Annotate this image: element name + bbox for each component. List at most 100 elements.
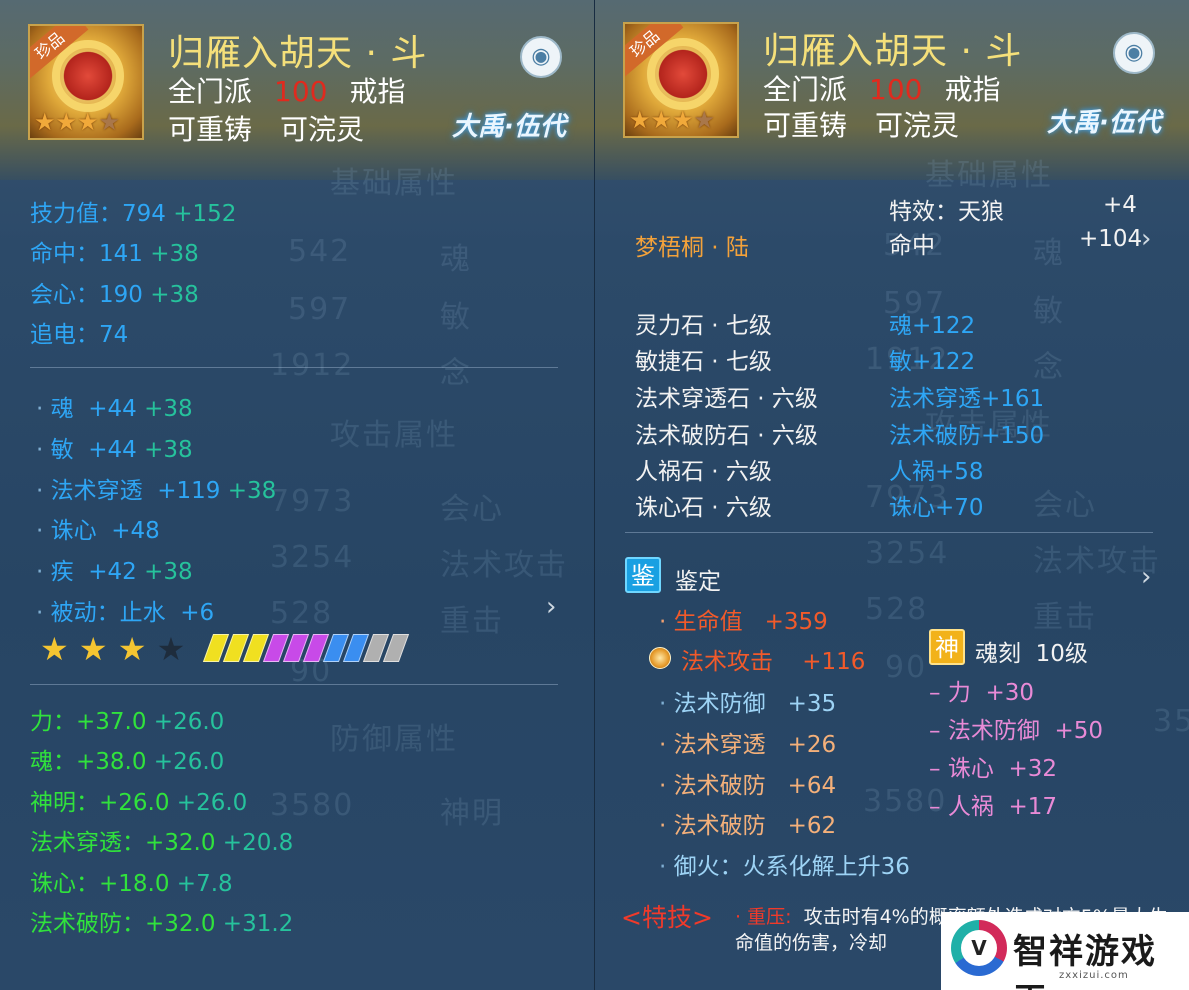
soul-line: – 诛心 +32: [929, 756, 1057, 782]
infuse-flag: 可浣灵: [280, 113, 365, 146]
base-stat: 会心：190 +38: [30, 282, 199, 308]
eye-icon[interactable]: ◉: [1113, 32, 1155, 74]
item-meta: 全门派 100 戒指: [168, 70, 405, 110]
watermark-url: zxxizui.com: [1059, 970, 1129, 981]
stone-name: 法术破防石 · 六级: [635, 423, 818, 449]
item-type: 戒指: [944, 73, 1001, 106]
ghost-text: 7973: [270, 484, 355, 519]
soul-badge-icon: 神: [929, 629, 965, 665]
stone-effect: 法术穿透+161: [889, 386, 1045, 412]
site-watermark: V 智祥游戏王 zxxizui.com: [941, 912, 1189, 990]
stone-effect: 法术破防+150: [889, 423, 1045, 449]
item-tooltip-right: 基础属性 542 魂 597 敏 1912 念 攻击属性 7973 会心 325…: [595, 0, 1189, 990]
star-icon: ★: [34, 108, 56, 136]
soul-line: – 法术防御 +50: [929, 718, 1103, 744]
gem-slots: [202, 634, 410, 662]
ring-item-icon[interactable]: 珍品 ★ ★ ★ ★: [28, 24, 144, 140]
stone-name: 法术穿透石 · 六级: [635, 386, 818, 412]
stone-effect: 魂+122: [889, 313, 976, 339]
star-icon: ★: [693, 106, 716, 134]
identify-line: · 法术防御 +35: [659, 691, 837, 717]
star-icon: ★: [98, 108, 121, 136]
extra-stat: 法术穿透：+32.0 +20.8: [30, 830, 294, 856]
set-effect-value: +104: [1079, 226, 1143, 252]
extra-stat: 法术破防：+32.0 +31.2: [30, 911, 294, 937]
item-name: 归雁入胡天 · 斗: [168, 33, 428, 74]
soul-line: – 力 +30: [929, 680, 1034, 706]
ghost-text: 基础属性: [925, 158, 1053, 193]
base-stat: 技力值：794 +152: [30, 201, 237, 227]
stone-name: 诛心石 · 六级: [635, 495, 772, 521]
ring-item-icon[interactable]: 珍品 ★ ★ ★ ★: [623, 22, 739, 138]
star-icon: ★: [156, 630, 186, 668]
attr-line: · 敏 +44 +38: [36, 437, 193, 463]
infuse-flag: 可浣灵: [875, 109, 960, 142]
item-type: 戒指: [349, 75, 406, 108]
star-icon: ★: [55, 108, 78, 136]
skill-label: <特技>: [621, 903, 713, 932]
identify-line: · 法术穿透 +26: [659, 732, 837, 758]
ghost-text: 敏: [440, 300, 472, 335]
extra-stat: 魂：+38.0 +26.0: [30, 749, 225, 775]
identify-badge-icon: 鉴: [625, 557, 661, 593]
stone-name: 人祸石 · 六级: [635, 459, 772, 485]
item-meta: 全门派 100 戒指: [763, 68, 1000, 108]
item-flags: 可重铸 可浣灵: [168, 108, 364, 148]
item-tooltip-left: 基础属性 542 魂 597 敏 1912 念 攻击属性 7973 会心 325…: [0, 0, 594, 990]
set-effect-value: +4: [1103, 192, 1137, 218]
item-flags: 可重铸 可浣灵: [763, 104, 959, 144]
stone-effect: 敏+122: [889, 349, 976, 375]
set-effect: 特效：天狼: [889, 199, 1004, 225]
star-icon: ★: [40, 630, 69, 668]
watermark-logo-icon: V: [951, 920, 1007, 976]
brand-logo: 大禹·伍代: [1047, 108, 1161, 138]
set-effect: 命中: [889, 233, 935, 259]
ghost-text: 528: [270, 596, 334, 631]
brand-logo: 大禹·伍代: [452, 112, 566, 142]
identify-line: · 御火：火系化解上升36: [659, 854, 910, 880]
star-icon: ★: [672, 106, 694, 134]
ghost-text: 法术攻击: [440, 548, 568, 583]
highlight-orb-icon: [649, 647, 671, 669]
stone-name: 灵力石 · 七级: [635, 313, 772, 339]
identify-title: 鉴定: [675, 569, 721, 595]
base-stat: 追电：74: [30, 322, 129, 348]
ghost-text: 敏: [1033, 294, 1065, 329]
set-name: 梦梧桐 · 陆: [635, 235, 749, 261]
ghost-text: 3580: [270, 788, 355, 823]
chevron-right-icon[interactable]: ›: [546, 592, 556, 622]
ghost-text: 会心: [1033, 488, 1097, 523]
ghost-text: 神明: [440, 796, 504, 831]
stone-effect: 诛心+70: [889, 495, 984, 521]
identify-line: · 法术破防 +62: [659, 813, 837, 839]
soul-line: – 人祸 +17: [929, 794, 1057, 820]
base-stat: 命中：141 +38: [30, 241, 199, 267]
extra-stat: 诛心：+18.0 +7.8: [30, 871, 233, 897]
eye-icon[interactable]: ◉: [520, 36, 562, 78]
chevron-right-icon[interactable]: ›: [1141, 562, 1151, 592]
ghost-text: 90: [885, 650, 928, 685]
attr-line: · 法术穿透 +119 +38: [36, 478, 277, 504]
soul-title: 魂刻 10级: [975, 641, 1088, 667]
attr-line: · 被动：止水 +6: [36, 600, 215, 626]
ghost-text: 1912: [270, 348, 355, 383]
item-star-rating: ★ ★ ★ ★: [629, 106, 715, 134]
extra-stat: 力：+37.0 +26.0: [30, 709, 225, 735]
ghost-text: 基础属性: [330, 166, 458, 201]
refine-stars: ★ ★ ★ ★: [40, 630, 185, 668]
star-icon: ★: [78, 630, 108, 668]
divider-line: [625, 532, 1153, 533]
ghost-text: 念: [440, 356, 472, 391]
divider-line: [30, 684, 558, 685]
item-name: 归雁入胡天 · 斗: [763, 31, 1023, 72]
star-icon: ★: [77, 108, 99, 136]
attr-line: · 魂 +44 +38: [36, 396, 193, 422]
attr-line: · 诛心 +48: [36, 518, 160, 544]
screenshot-canvas: 基础属性 542 魂 597 敏 1912 念 攻击属性 7973 会心 325…: [0, 0, 1189, 990]
ghost-text: 魂: [440, 242, 472, 277]
star-icon: ★: [117, 630, 147, 668]
chevron-right-icon[interactable]: ›: [1141, 224, 1151, 254]
ghost-text: 528: [865, 592, 929, 627]
star-icon: ★: [629, 106, 651, 134]
ghost-text: 魂: [1033, 236, 1065, 271]
